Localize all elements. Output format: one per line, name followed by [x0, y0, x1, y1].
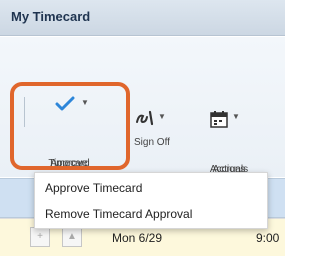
row-date: Mon 6/29 — [112, 231, 163, 245]
menu-item-remove-timecard-approval[interactable]: Remove Timecard Approval — [35, 201, 267, 227]
chevron-down-icon: ▼ — [81, 98, 89, 107]
checkmark-icon — [55, 96, 75, 111]
window-title: My Timecard — [11, 9, 91, 24]
accruals-actions-button[interactable]: ▼ Accruals Actions — [196, 110, 262, 175]
menu-item-approve-timecard[interactable]: Approve Timecard — [35, 175, 267, 201]
row-time: 9:00 — [256, 231, 280, 245]
sign-off-button[interactable]: ▼ Sign Off — [126, 110, 186, 150]
timecard-page: My Timecard ▼ Approve Timecard ▼ Sign Of… — [0, 0, 285, 256]
chevron-down-icon: ▼ — [232, 112, 240, 121]
approve-timecard-button[interactable]: ▼ Approve Timecard — [31, 82, 121, 169]
chevron-down-icon: ▼ — [158, 112, 166, 121]
selected-indicator — [41, 82, 99, 85]
toolbar-separator — [24, 97, 25, 127]
window-title-bar: My Timecard — [0, 0, 285, 36]
row-action-button[interactable]: + — [30, 227, 50, 247]
row-expand-button[interactable]: ▲ — [62, 227, 82, 247]
approve-dropdown-menu: Approve Timecard Remove Timecard Approva… — [34, 172, 268, 229]
signature-icon — [136, 110, 154, 126]
sign-off-label: Sign Off — [134, 137, 170, 148]
calendar-icon — [210, 111, 228, 128]
